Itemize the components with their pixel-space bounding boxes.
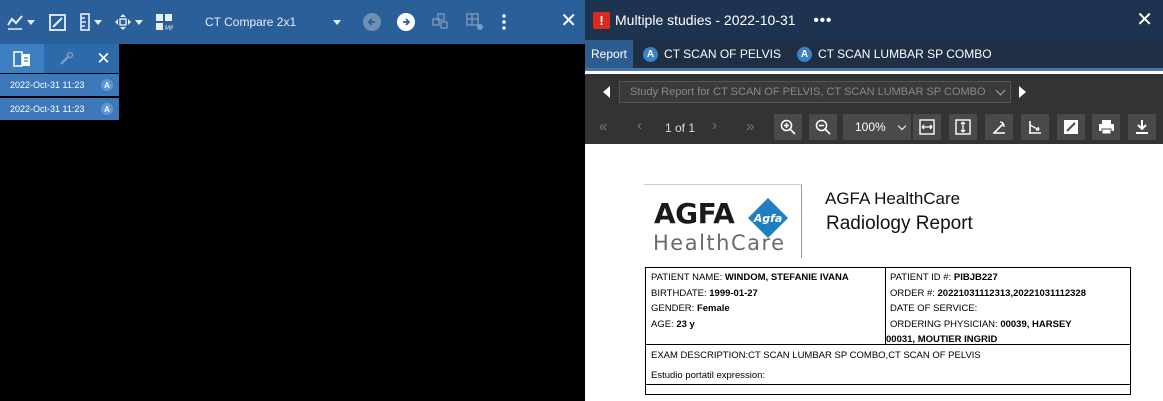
close-icon[interactable]: ✕ xyxy=(88,44,119,73)
tab-report[interactable]: Report xyxy=(585,40,634,68)
report-title: Radiology Report xyxy=(826,213,973,234)
download-icon[interactable] xyxy=(1128,114,1156,140)
fit-width-icon[interactable] xyxy=(913,114,941,140)
tab-label: Report xyxy=(591,47,628,61)
close-icon[interactable]: ✕ xyxy=(560,10,577,32)
study-row[interactable]: 2022-Oct-31 11:23 A xyxy=(0,98,119,120)
patient-info-table: PATIENT NAME: WINDOM, STEFANIE IVANA BIR… xyxy=(645,267,1131,395)
age-line: AGE: 23 y xyxy=(651,319,695,330)
study-list-header: ✕ xyxy=(0,44,119,73)
study-select[interactable]: Study Report for CT SCAN OF PELVIS, CT S… xyxy=(619,81,1011,103)
more-horizontal-icon[interactable]: ••• xyxy=(814,12,833,29)
report-window: ! Multiple studies - 2022-10-31 ••• ✕ Re… xyxy=(585,0,1163,401)
layout-select-label: CT Compare 2x1 xyxy=(205,15,297,29)
print-icon[interactable] xyxy=(1092,114,1120,140)
svg-text:MP: MP xyxy=(165,25,173,31)
patient-name-line: PATIENT NAME: WINDOM, STEFANIE IVANA xyxy=(651,272,849,283)
ruler-icon[interactable] xyxy=(79,0,102,44)
table-divider xyxy=(646,344,1130,345)
patient-demographics: PATIENT NAME: WINDOM, STEFANIE IVANA BIR… xyxy=(646,268,886,344)
order-info: PATIENT ID #: PIBJB227 ORDER #: 20221031… xyxy=(886,268,1131,345)
table-divider xyxy=(646,384,1130,385)
report-title-bar: ! Multiple studies - 2022-10-31 ••• ✕ xyxy=(585,0,1163,40)
previous-study-icon[interactable] xyxy=(603,86,610,98)
pager-row: « ‹ 1 of 1 › » 100% xyxy=(585,110,1163,144)
first-page-icon[interactable]: « xyxy=(599,118,607,135)
tab-ct-lumbar[interactable]: A CT SCAN LUMBAR SP COMBO xyxy=(791,40,998,68)
window-title: Multiple studies - 2022-10-31 xyxy=(615,12,796,28)
chevron-down-icon xyxy=(333,19,341,25)
logo-word: AGFA xyxy=(654,197,735,230)
study-badge: A xyxy=(101,103,113,115)
next-study-icon[interactable] xyxy=(1019,86,1026,98)
ordering-physician-line: ORDERING PHYSICIAN: 00039, HARSEY xyxy=(890,319,1072,330)
study-select-value: Study Report for CT SCAN OF PELVIS, CT S… xyxy=(630,86,986,98)
zoom-out-icon[interactable] xyxy=(809,114,837,140)
fit-height-icon[interactable] xyxy=(949,114,977,140)
exam-description: EXAM DESCRIPTION:CT SCAN LUMBAR SP COMBO… xyxy=(651,350,981,361)
chevron-down-icon[interactable] xyxy=(27,19,35,25)
annotate-icon[interactable] xyxy=(1057,114,1085,140)
exam-note: Estudio portatil expression: xyxy=(651,370,766,381)
order-line: ORDER #: 20221031112313,20221031112328 xyxy=(890,288,1086,299)
study-badge: A xyxy=(101,79,113,91)
svg-text:Agfa: Agfa xyxy=(753,212,783,225)
patient-id-line: PATIENT ID #: PIBJB227 xyxy=(890,272,998,283)
birthdate-line: BIRTHDATE: 1999-01-27 xyxy=(651,288,758,299)
mpr-icon[interactable]: MP xyxy=(155,0,173,44)
agfa-logo: AGFA Agfa HealthCare xyxy=(644,184,802,258)
compare-icon[interactable] xyxy=(0,44,44,73)
zoom-in-icon[interactable] xyxy=(774,114,802,140)
tab-label: CT SCAN LUMBAR SP COMBO xyxy=(817,47,992,61)
zoom-value: 100% xyxy=(855,120,886,134)
chevron-down-icon xyxy=(897,121,907,130)
chevron-down-icon[interactable] xyxy=(94,19,102,25)
report-document: AGFA Agfa HealthCare AGFA HealthCare Rad… xyxy=(585,144,1163,401)
next-page-icon[interactable]: › xyxy=(712,117,717,134)
study-row[interactable]: 2022-Oct-31 11:23 A xyxy=(0,74,119,96)
prev-page-icon[interactable]: ‹ xyxy=(637,117,642,134)
layout-select[interactable]: CT Compare 2x1 xyxy=(205,15,345,29)
viewer-toolbar: MP CT Compare 2x1 ✕ xyxy=(0,0,585,44)
company-name: AGFA HealthCare xyxy=(825,189,961,208)
study-date: 2022-Oct-31 11:23 xyxy=(10,104,85,114)
study-date: 2022-Oct-31 11:23 xyxy=(10,80,85,90)
annotate-icon[interactable] xyxy=(49,0,66,44)
rotate-right-icon[interactable] xyxy=(1021,114,1049,140)
chevron-down-icon[interactable] xyxy=(135,19,143,25)
alert-icon[interactable]: ! xyxy=(593,11,610,29)
page-indicator: 1 of 1 xyxy=(665,121,696,135)
zoom-select[interactable]: 100% xyxy=(843,114,911,140)
document-toolbar: Study Report for CT SCAN OF PELVIS, CT S… xyxy=(585,74,1163,144)
chevron-down-icon xyxy=(995,85,1006,95)
edit-icon[interactable] xyxy=(44,44,88,73)
more-vertical-icon[interactable] xyxy=(502,0,506,44)
close-icon[interactable]: ✕ xyxy=(1136,9,1153,31)
report-tabs: Report A CT SCAN OF PELVIS A CT SCAN LUM… xyxy=(585,40,1163,71)
logo-sub: HealthCare xyxy=(653,231,786,255)
previous-icon[interactable] xyxy=(363,13,381,31)
tab-badge: A xyxy=(796,46,812,62)
rotate-left-icon[interactable] xyxy=(985,114,1013,140)
study-select-row: Study Report for CT SCAN OF PELVIS, CT S… xyxy=(585,74,1163,110)
layout-add-icon[interactable] xyxy=(466,0,484,44)
sync-icon[interactable] xyxy=(432,0,450,44)
gender-line: GENDER: Female xyxy=(651,303,730,314)
tab-ct-pelvis[interactable]: A CT SCAN OF PELVIS xyxy=(637,40,787,68)
tab-label: CT SCAN OF PELVIS xyxy=(664,47,781,61)
last-page-icon[interactable]: » xyxy=(746,118,754,135)
next-icon[interactable] xyxy=(397,13,415,31)
tab-badge: A xyxy=(643,46,659,62)
navigate-icon[interactable] xyxy=(114,0,143,44)
date-of-service-line: DATE OF SERVICE: xyxy=(890,303,978,314)
tools-icon[interactable] xyxy=(6,0,35,44)
